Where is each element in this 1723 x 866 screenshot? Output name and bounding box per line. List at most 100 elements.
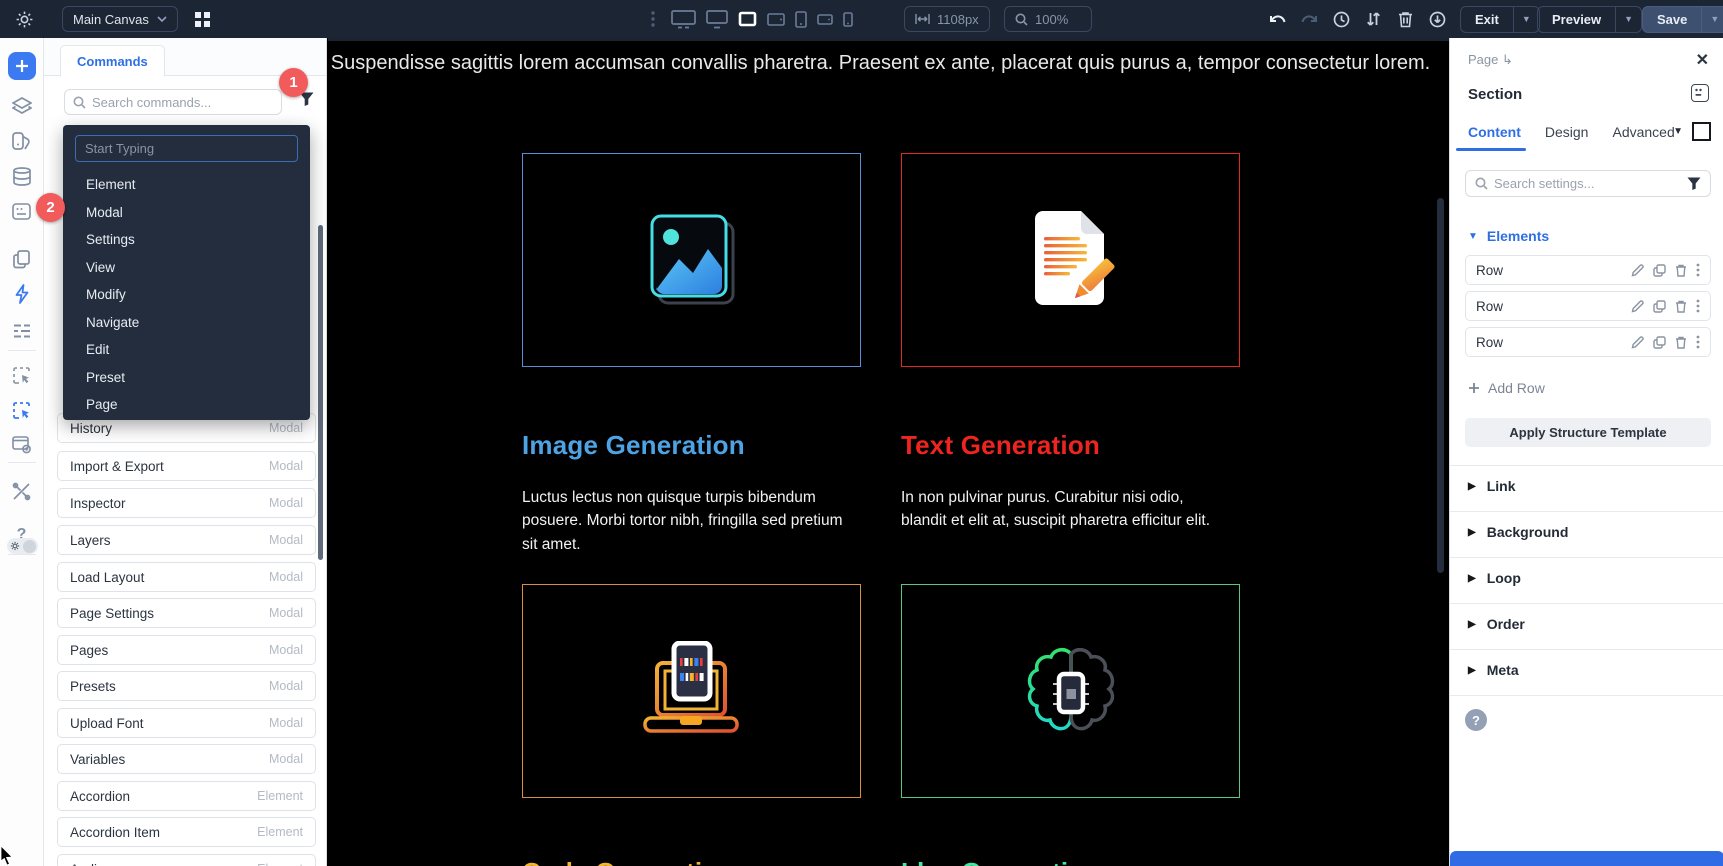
save-button[interactable]: Save ▼: [1642, 5, 1723, 33]
phone-portrait-icon[interactable]: [843, 11, 853, 27]
breadcrumb[interactable]: Page ↳: [1468, 52, 1513, 68]
tab-design[interactable]: Design: [1545, 124, 1589, 140]
tablet-portrait-icon[interactable]: [795, 10, 807, 28]
laptop-icon[interactable]: [738, 11, 757, 27]
insert-selector-icon[interactable]: [7, 360, 37, 390]
rows-list-icon[interactable]: [7, 316, 37, 346]
preview-button[interactable]: Preview ▼: [1537, 5, 1643, 33]
element-row[interactable]: Row: [1465, 255, 1711, 285]
history-clock-icon[interactable]: [1327, 5, 1355, 33]
database-icon[interactable]: [7, 161, 37, 191]
dropdown-item-modify[interactable]: Modify: [75, 281, 298, 309]
command-row[interactable]: Audio Element: [57, 854, 316, 866]
save-caret-icon[interactable]: ▼: [1701, 6, 1723, 32]
command-row[interactable]: Import & Export Modal: [57, 451, 316, 481]
apply-structure-template-button[interactable]: Apply Structure Template: [1465, 418, 1711, 447]
dropdown-item-preset[interactable]: Preset: [75, 364, 298, 392]
tab-commands[interactable]: Commands: [60, 45, 165, 77]
redo-icon[interactable]: [1295, 5, 1323, 33]
accordion-link[interactable]: ▶ Link: [1468, 478, 1515, 494]
gear-icon[interactable]: [10, 5, 38, 33]
section-options-icon[interactable]: [1691, 84, 1709, 102]
commands-scrollbar[interactable]: [318, 225, 323, 560]
dropdown-item-element[interactable]: Element: [75, 171, 298, 199]
zoom-level-input[interactable]: 100%: [1004, 6, 1092, 32]
dropdown-item-settings[interactable]: Settings: [75, 226, 298, 254]
phone-landscape-icon[interactable]: [817, 13, 833, 25]
form-fields-icon[interactable]: [7, 196, 37, 226]
accordion-meta[interactable]: ▶ Meta: [1468, 662, 1519, 678]
exit-caret-icon[interactable]: ▼: [1512, 6, 1539, 32]
insert-selector-active-icon[interactable]: [7, 395, 37, 425]
add-element-button[interactable]: [7, 52, 36, 80]
sort-arrows-icon[interactable]: [1359, 5, 1387, 33]
edit-pencil-icon[interactable]: [1631, 263, 1644, 277]
element-row[interactable]: Row: [1465, 291, 1711, 321]
canvas-selector[interactable]: Main Canvas: [62, 6, 178, 32]
command-row[interactable]: Accordion Element: [57, 781, 316, 811]
bottom-action-bar[interactable]: [1450, 851, 1723, 866]
canvas-width-input[interactable]: 1108px: [904, 6, 990, 32]
help-badge[interactable]: ?: [1465, 709, 1487, 731]
edit-pencil-icon[interactable]: [1631, 335, 1644, 349]
grid-view-icon[interactable]: [188, 5, 216, 33]
power-export-icon[interactable]: [1423, 5, 1451, 33]
tablet-landscape-icon[interactable]: [767, 12, 785, 26]
accordion-loop[interactable]: ▶ Loop: [1468, 570, 1521, 586]
settings-toggle[interactable]: [7, 538, 38, 554]
canvas-scrollbar[interactable]: [1437, 198, 1444, 573]
kebab-menu-icon[interactable]: [1696, 299, 1700, 313]
duplicate-icon[interactable]: [1653, 263, 1666, 277]
settings-filter-funnel-icon[interactable]: [1687, 177, 1701, 190]
dropdown-item-view[interactable]: View: [75, 254, 298, 282]
exit-button[interactable]: Exit ▼: [1460, 5, 1540, 33]
dropdown-item-edit[interactable]: Edit: [75, 336, 298, 364]
dropdown-item-navigate[interactable]: Navigate: [75, 309, 298, 337]
command-row[interactable]: Upload Font Modal: [57, 708, 316, 738]
trash-icon[interactable]: [1675, 300, 1687, 313]
command-row[interactable]: Load Layout Modal: [57, 562, 316, 592]
card-code-generation[interactable]: [522, 584, 861, 798]
command-row[interactable]: Layers Modal: [57, 525, 316, 555]
card-text-generation[interactable]: [901, 153, 1240, 367]
pages-copy-icon[interactable]: [7, 244, 37, 274]
drag-dots-icon[interactable]: [646, 5, 660, 33]
preview-caret-icon[interactable]: ▼: [1615, 6, 1641, 32]
dropdown-typing-input[interactable]: [75, 135, 298, 162]
accordion-order[interactable]: ▶ Order: [1468, 616, 1525, 632]
dropdown-item-modal[interactable]: Modal: [75, 199, 298, 227]
settings-search-input[interactable]: [1494, 176, 1681, 191]
browser-settings-icon[interactable]: [7, 430, 37, 460]
add-row-button[interactable]: Add Row: [1468, 380, 1545, 396]
frame-outline-icon[interactable]: [1692, 122, 1711, 141]
command-row[interactable]: Inspector Modal: [57, 488, 316, 518]
trash-icon[interactable]: [1675, 264, 1687, 277]
dropdown-item-page[interactable]: Page: [75, 391, 298, 419]
command-row[interactable]: Accordion Item Element: [57, 817, 316, 847]
kebab-menu-icon[interactable]: [1696, 335, 1700, 349]
layers-icon[interactable]: [7, 91, 37, 121]
edit-pencil-icon[interactable]: [1631, 299, 1644, 313]
tools-icon[interactable]: [7, 476, 37, 506]
elements-section-header[interactable]: ▼ Elements: [1468, 228, 1549, 244]
trash-icon[interactable]: [1675, 336, 1687, 349]
close-icon[interactable]: ✕: [1696, 50, 1709, 70]
accordion-background[interactable]: ▶ Background: [1468, 524, 1568, 540]
tab-advanced[interactable]: Advanced: [1612, 124, 1674, 140]
desktop-icon[interactable]: [706, 9, 728, 29]
desktop-xl-icon[interactable]: [671, 9, 696, 29]
undo-icon[interactable]: [1263, 5, 1291, 33]
tabs-caret-icon[interactable]: ▼: [1673, 126, 1683, 137]
command-row[interactable]: Page Settings Modal: [57, 598, 316, 628]
card-idea-generation[interactable]: [901, 584, 1240, 798]
duplicate-icon[interactable]: [1653, 299, 1666, 313]
kebab-menu-icon[interactable]: [1696, 263, 1700, 277]
command-row[interactable]: Variables Modal: [57, 744, 316, 774]
trash-icon[interactable]: [1391, 5, 1419, 33]
duplicate-icon[interactable]: [1653, 335, 1666, 349]
command-row[interactable]: Pages Modal: [57, 635, 316, 665]
command-row[interactable]: Presets Modal: [57, 671, 316, 701]
design-library-icon[interactable]: [7, 126, 37, 156]
card-image-generation[interactable]: [522, 153, 861, 367]
element-row[interactable]: Row: [1465, 327, 1711, 357]
